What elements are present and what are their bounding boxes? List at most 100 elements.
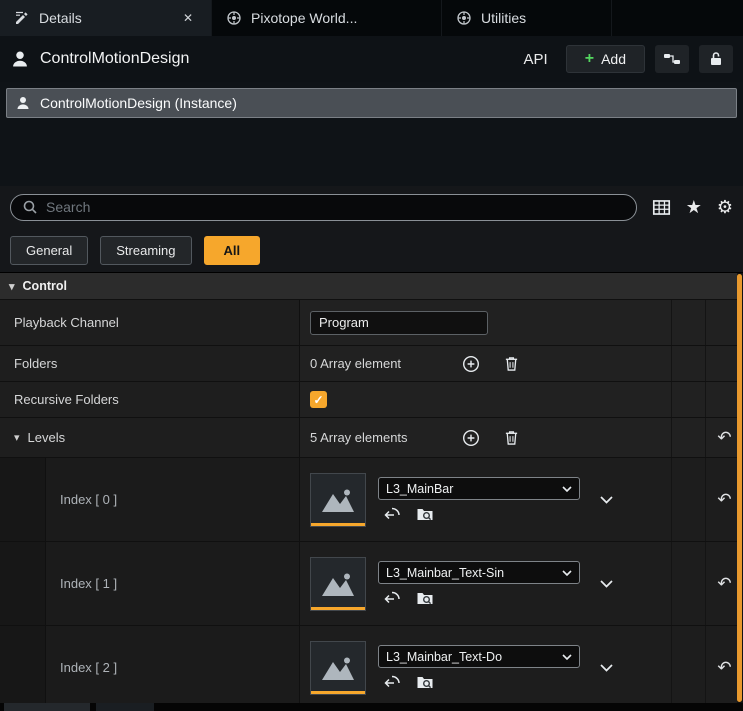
pixotope-world-tab-icon — [226, 10, 242, 26]
favorites-star-icon[interactable]: ★ — [686, 198, 702, 216]
array-item-label: Index [ 0 ] — [0, 458, 300, 541]
trash-icon[interactable] — [504, 429, 519, 446]
expand-chevron-icon[interactable] — [600, 580, 613, 588]
browse-to-asset-icon[interactable] — [416, 590, 434, 606]
instance-label: ControlMotionDesign (Instance) — [40, 95, 237, 111]
use-selected-asset-icon[interactable] — [383, 674, 401, 690]
reset-to-default-icon[interactable]: ↶ — [717, 575, 731, 592]
row-level-item-2: Index [ 2 ] L3_Mainbar_Text-Do — [0, 626, 743, 710]
property-label: Folders — [0, 346, 300, 381]
close-icon[interactable]: ✕ — [179, 9, 197, 27]
property-label: Recursive Folders — [0, 382, 300, 417]
add-element-icon[interactable] — [462, 429, 480, 447]
settings-gear-icon[interactable]: ⚙ — [717, 198, 733, 216]
details-panel: Details ✕ Pixotope World... Utilities Co… — [0, 0, 743, 711]
recursive-folders-checkbox[interactable]: ✓ — [310, 391, 327, 408]
asset-thumbnail[interactable] — [310, 473, 366, 527]
filter-general-button[interactable]: General — [10, 236, 88, 265]
reset-to-default-icon[interactable]: ↶ — [717, 491, 731, 508]
lock-button[interactable] — [699, 45, 733, 73]
row-level-item-1: Index [ 1 ] L3_Mainbar_Text-Sin — [0, 542, 743, 626]
scrollbar-thumb[interactable] — [737, 274, 742, 702]
tab-utilities[interactable]: Utilities — [442, 0, 612, 36]
row-folders: Folders 0 Array element — [0, 346, 743, 382]
search-row: ★ ⚙ — [0, 186, 743, 228]
asset-select-dropdown[interactable]: L3_MainBar — [378, 477, 580, 500]
node-graph-icon — [663, 52, 681, 66]
asset-name: L3_MainBar — [386, 482, 556, 496]
property-matrix-icon[interactable] — [652, 198, 671, 217]
add-element-icon[interactable] — [462, 355, 480, 373]
spacer-cell — [671, 542, 705, 625]
chevron-down-icon — [562, 570, 572, 576]
array-item-label: Index [ 1 ] — [0, 542, 300, 625]
asset-select-dropdown[interactable]: L3_Mainbar_Text-Sin — [378, 561, 580, 584]
expand-chevron-icon[interactable] — [600, 664, 613, 672]
tab-pixotope-world[interactable]: Pixotope World... — [212, 0, 442, 36]
header-actions: API + Add — [516, 45, 733, 73]
search-icon — [22, 199, 38, 215]
asset-thumbnail[interactable] — [310, 641, 366, 695]
reset-to-default-icon[interactable]: ↶ — [717, 429, 731, 446]
spacer-cell — [671, 300, 705, 345]
row-levels: ▾ Levels 5 Array elements ↶ — [0, 418, 743, 458]
add-button[interactable]: + Add — [566, 45, 645, 73]
folders-count: 0 Array element — [310, 356, 450, 371]
filter-streaming-button[interactable]: Streaming — [100, 236, 191, 265]
tab-details-label: Details — [39, 10, 82, 26]
chevron-down-icon: ▾ — [9, 280, 15, 293]
actor-icon — [10, 49, 30, 69]
plus-icon: + — [585, 51, 594, 67]
bottom-tab-stub — [96, 703, 154, 711]
spacer-cell — [671, 418, 705, 457]
blueprint-graph-button[interactable] — [655, 45, 689, 73]
utilities-tab-icon — [456, 10, 472, 26]
tab-bar: Details ✕ Pixotope World... Utilities — [0, 0, 743, 36]
chevron-down-icon — [562, 486, 572, 492]
bottom-tab-stub — [4, 703, 90, 711]
levels-count: 5 Array elements — [310, 430, 450, 445]
browse-to-asset-icon[interactable] — [416, 674, 434, 690]
row-playback-channel: Playback Channel — [0, 300, 743, 346]
spacer-cell — [671, 458, 705, 541]
property-label: Levels — [28, 430, 66, 445]
scrollbar-track[interactable] — [737, 273, 743, 711]
playback-channel-input[interactable] — [310, 311, 488, 335]
tab-pixotope-world-label: Pixotope World... — [251, 10, 357, 26]
trash-icon[interactable] — [504, 355, 519, 372]
asset-thumbnail[interactable] — [310, 557, 366, 611]
spacer-cell — [671, 346, 705, 381]
reset-to-default-icon[interactable]: ↶ — [717, 659, 731, 676]
filter-row: General Streaming All — [0, 228, 743, 272]
asset-select-dropdown[interactable]: L3_Mainbar_Text-Do — [378, 645, 580, 668]
expand-chevron-icon[interactable] — [600, 496, 613, 504]
instance-row[interactable]: ControlMotionDesign (Instance) — [6, 88, 737, 118]
bottom-edge — [0, 703, 743, 711]
browse-to-asset-icon[interactable] — [416, 506, 434, 522]
row-level-item-0: Index [ 0 ] L3_MainBar — [0, 458, 743, 542]
search-input[interactable] — [46, 199, 625, 215]
page-title: ControlMotionDesign — [40, 50, 189, 68]
use-selected-asset-icon[interactable] — [383, 506, 401, 522]
check-icon: ✓ — [313, 394, 323, 406]
instance-list: ControlMotionDesign (Instance) — [0, 82, 743, 186]
chevron-down-icon[interactable]: ▾ — [14, 431, 20, 444]
section-control[interactable]: ▾ Control — [0, 273, 743, 300]
details-tab-icon — [14, 10, 30, 26]
spacer-cell — [671, 626, 705, 709]
tab-utilities-label: Utilities — [481, 10, 526, 26]
array-item-label: Index [ 2 ] — [0, 626, 300, 709]
asset-name: L3_Mainbar_Text-Sin — [386, 566, 556, 580]
search-box — [10, 194, 637, 221]
property-label: Playback Channel — [0, 300, 300, 345]
filter-all-button[interactable]: All — [204, 236, 261, 265]
tab-details[interactable]: Details ✕ — [0, 0, 212, 36]
panel-header: ControlMotionDesign API + Add — [0, 36, 743, 82]
api-button[interactable]: API — [516, 47, 556, 72]
row-recursive-folders: Recursive Folders ✓ — [0, 382, 743, 418]
add-button-label: Add — [601, 51, 626, 67]
chevron-down-icon — [562, 654, 572, 660]
use-selected-asset-icon[interactable] — [383, 590, 401, 606]
property-grid: ▾ Control Playback Channel Folders 0 Arr… — [0, 272, 743, 711]
asset-name: L3_Mainbar_Text-Do — [386, 650, 556, 664]
